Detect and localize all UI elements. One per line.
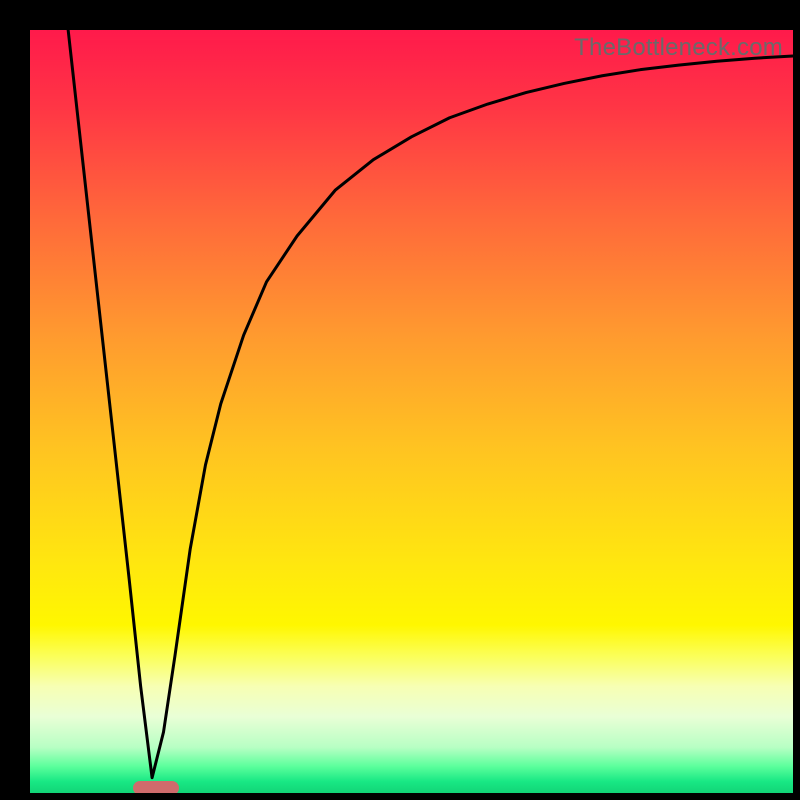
watermark-text: TheBottleneck.com [574, 34, 783, 62]
bottleneck-curve [30, 30, 793, 793]
optimal-point-marker [133, 781, 179, 793]
chart-frame: TheBottleneck.com [0, 0, 800, 800]
plot-area: TheBottleneck.com [30, 30, 793, 793]
